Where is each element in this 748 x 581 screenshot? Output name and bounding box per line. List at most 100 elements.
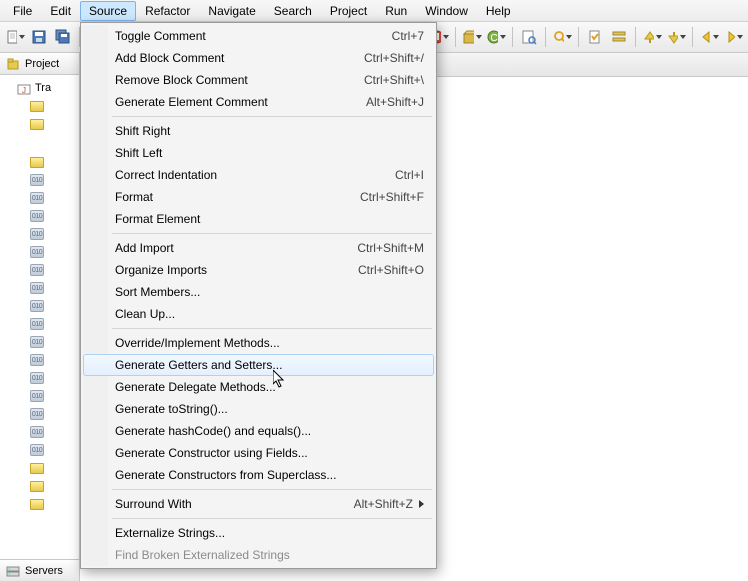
search-button[interactable] — [551, 26, 573, 48]
menu-help[interactable]: Help — [477, 1, 520, 21]
menu-item-label: Generate Getters and Setters... — [115, 358, 424, 372]
menu-window[interactable]: Window — [416, 1, 477, 21]
servers-tab[interactable]: Servers — [0, 559, 79, 581]
menu-item[interactable]: Generate Getters and Setters... — [83, 354, 434, 376]
menu-item[interactable]: Generate hashCode() and equals()... — [83, 420, 434, 442]
menu-project[interactable]: Project — [321, 1, 376, 21]
menu-item[interactable]: Generate Constructors from Superclass... — [83, 464, 434, 486]
tree-item[interactable]: 010 — [2, 225, 77, 243]
jar-icon: 010 — [30, 210, 44, 222]
tree-item[interactable]: 010 — [2, 423, 77, 441]
menu-item-label: Shift Left — [115, 146, 424, 160]
tree-item[interactable]: 010 — [2, 189, 77, 207]
project-explorer-tab[interactable]: Project — [0, 53, 79, 75]
menu-edit[interactable]: Edit — [41, 1, 80, 21]
menu-item[interactable]: Generate Delegate Methods... — [83, 376, 434, 398]
menu-search[interactable]: Search — [265, 1, 321, 21]
back-button[interactable] — [698, 26, 720, 48]
menu-item[interactable]: Generate toString()... — [83, 398, 434, 420]
open-type-button[interactable] — [518, 26, 540, 48]
menu-item-label: Generate Constructor using Fields... — [115, 446, 424, 460]
tree-item[interactable]: 010 — [2, 387, 77, 405]
new-button[interactable] — [4, 26, 26, 48]
menu-separator — [112, 518, 432, 519]
menu-item[interactable]: Externalize Strings... — [83, 522, 434, 544]
menu-item-label: Organize Imports — [115, 263, 358, 277]
menu-item-accelerator: Ctrl+Shift+/ — [364, 51, 424, 65]
menu-item[interactable]: Generate Constructor using Fields... — [83, 442, 434, 464]
menu-item-accelerator: Alt+Shift+J — [366, 95, 424, 109]
tree-item[interactable]: 010 — [2, 207, 77, 225]
menu-run[interactable]: Run — [376, 1, 416, 21]
toolbar-separator — [578, 27, 579, 47]
menu-item-accelerator: Ctrl+Shift+F — [360, 190, 424, 204]
menu-item[interactable]: Organize ImportsCtrl+Shift+O — [83, 259, 434, 281]
menu-item[interactable]: Remove Block CommentCtrl+Shift+\ — [83, 69, 434, 91]
menu-item[interactable]: Sort Members... — [83, 281, 434, 303]
tree-item[interactable]: 010 — [2, 333, 77, 351]
tree-project-root[interactable]: J Tra — [2, 79, 77, 97]
menu-item[interactable]: Add Block CommentCtrl+Shift+/ — [83, 47, 434, 69]
sidebar: Project J Tra 010 010 010 010 010 010 01… — [0, 53, 80, 581]
menu-item-label: Shift Right — [115, 124, 424, 138]
menu-item[interactable]: Shift Left — [83, 142, 434, 164]
toolbar-separator — [692, 27, 693, 47]
menu-navigate[interactable]: Navigate — [199, 1, 264, 21]
save-all-button[interactable] — [52, 26, 74, 48]
menu-refactor[interactable]: Refactor — [136, 1, 199, 21]
menu-item[interactable]: Add ImportCtrl+Shift+M — [83, 237, 434, 259]
tree-item[interactable]: 010 — [2, 369, 77, 387]
menu-separator — [112, 328, 432, 329]
menu-item-label: Add Import — [115, 241, 357, 255]
jar-icon: 010 — [30, 354, 44, 366]
tree-item[interactable] — [2, 153, 77, 171]
menu-item: Find Broken Externalized Strings — [83, 544, 434, 566]
tree-item[interactable]: 010 — [2, 441, 77, 459]
menu-item-label: Remove Block Comment — [115, 73, 364, 87]
tree-item[interactable] — [2, 495, 77, 513]
menu-item[interactable]: Format Element — [83, 208, 434, 230]
tree-item[interactable] — [2, 97, 77, 115]
tree-item[interactable] — [2, 477, 77, 495]
tree-item[interactable]: 010 — [2, 405, 77, 423]
next-annotation-button[interactable] — [641, 26, 663, 48]
project-tree[interactable]: J Tra 010 010 010 010 010 010 010 010 01… — [0, 75, 79, 517]
menu-item[interactable]: Generate Element CommentAlt+Shift+J — [83, 91, 434, 113]
tree-item[interactable]: 010 — [2, 351, 77, 369]
folder-icon — [30, 463, 44, 474]
menu-item-label: Format Element — [115, 212, 424, 226]
tree-item[interactable]: 010 — [2, 315, 77, 333]
jar-icon: 010 — [30, 246, 44, 258]
java-project-icon: J — [16, 80, 32, 96]
tree-item[interactable]: 010 — [2, 171, 77, 189]
forward-button[interactable] — [722, 26, 744, 48]
tree-item[interactable]: 010 — [2, 279, 77, 297]
source-menu-dropdown: Toggle CommentCtrl+7Add Block CommentCtr… — [80, 22, 437, 569]
save-button[interactable] — [28, 26, 50, 48]
menu-item[interactable]: Toggle CommentCtrl+7 — [83, 25, 434, 47]
dropdown-icon — [19, 35, 25, 39]
menu-item[interactable]: Shift Right — [83, 120, 434, 142]
menu-item[interactable]: Override/Implement Methods... — [83, 332, 434, 354]
toggle-mark-button[interactable] — [584, 26, 606, 48]
menu-item[interactable]: Correct IndentationCtrl+I — [83, 164, 434, 186]
menu-file[interactable]: File — [4, 1, 41, 21]
tree-item[interactable]: 010 — [2, 261, 77, 279]
prev-annotation-button[interactable] — [665, 26, 687, 48]
menu-item[interactable]: Clean Up... — [83, 303, 434, 325]
jar-icon: 010 — [30, 228, 44, 240]
toggle-breadcrumb-button[interactable] — [608, 26, 630, 48]
new-package-button[interactable] — [461, 26, 483, 48]
tree-item[interactable] — [2, 459, 77, 477]
menu-source[interactable]: Source — [80, 1, 136, 21]
tree-item[interactable]: 010 — [2, 297, 77, 315]
servers-icon — [5, 563, 21, 579]
tree-item[interactable] — [2, 115, 77, 133]
tree-item[interactable]: 010 — [2, 243, 77, 261]
menu-item[interactable]: Surround WithAlt+Shift+Z — [83, 493, 434, 515]
menu-item[interactable]: FormatCtrl+Shift+F — [83, 186, 434, 208]
jar-icon: 010 — [30, 426, 44, 438]
menu-separator — [112, 489, 432, 490]
folder-icon — [30, 481, 44, 492]
new-class-button[interactable]: C — [485, 26, 507, 48]
